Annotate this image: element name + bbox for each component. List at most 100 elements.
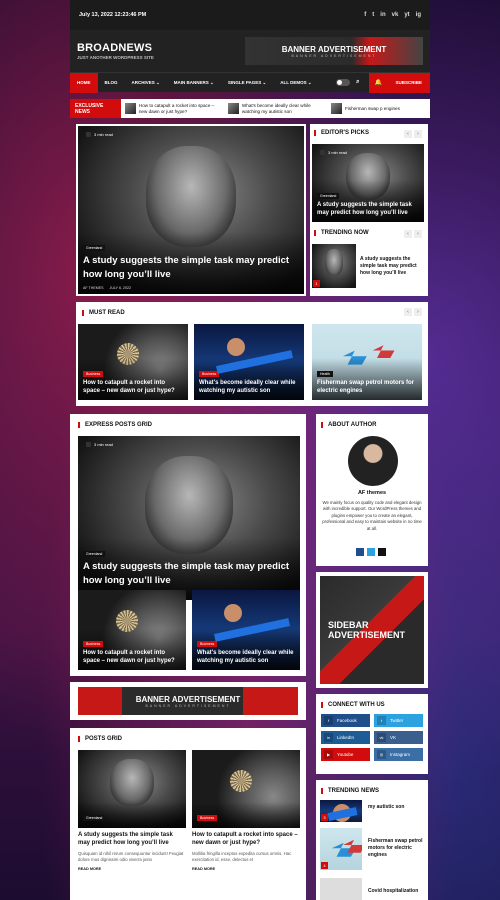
editors-pick-image[interactable]: 3 min read Greenland A study suggests th… xyxy=(312,144,424,222)
post-grid-image[interactable]: Business xyxy=(192,750,300,828)
editors-picks-card: EDITOR'S PICKS ‹ › 3 min read Greenland A… xyxy=(310,124,428,296)
must-read-item[interactable]: Business What's become ideally clear whil… xyxy=(194,324,304,400)
facebook-button[interactable]: f Facebook xyxy=(321,714,370,727)
prev-arrow-icon[interactable]: ‹ xyxy=(404,308,412,316)
nav-blog[interactable]: BLOG xyxy=(98,73,125,93)
category-tag[interactable]: Greenland xyxy=(83,244,106,251)
instagram-icon[interactable]: ig xyxy=(416,12,421,18)
must-read-item[interactable]: Health Fisherman swap petrol motors for e… xyxy=(312,324,422,400)
site-title[interactable]: BROADNEWS xyxy=(77,42,154,54)
category-tag[interactable]: Business xyxy=(199,371,220,378)
trending-title[interactable]: A study suggests the simple task may pre… xyxy=(360,256,424,276)
post-excerpt: Quisquam id nihil rerum consequuntur inc… xyxy=(78,850,184,862)
banner-title: BANNER ADVERTISEMENT xyxy=(135,694,241,704)
post-grid-item: How to catapult a rocket into space – ne… xyxy=(192,832,300,871)
vk-icon: vk xyxy=(377,733,386,742)
dark-mode-toggle[interactable] xyxy=(336,79,351,86)
section-title: MUST READ xyxy=(82,310,428,316)
nav-home[interactable]: HOME xyxy=(70,72,98,93)
author-social xyxy=(356,548,386,556)
instagram-button[interactable]: ◎ Instagram xyxy=(374,748,423,761)
tiktok-icon[interactable] xyxy=(378,548,386,556)
main-feature-image[interactable]: 3 min read Greenland A study suggests th… xyxy=(78,126,304,294)
read-time: 3 min read xyxy=(320,150,347,155)
linkedin-button[interactable]: in LinkedIn xyxy=(321,731,370,744)
category-tag[interactable]: Health xyxy=(317,371,334,378)
express-item[interactable]: Business How to catapult a rocket into sp… xyxy=(78,590,186,670)
nav-archives[interactable]: ARCHIVES ⌄ xyxy=(125,73,167,93)
twitter-button[interactable]: t Twitter xyxy=(374,714,423,727)
express-item[interactable]: Business What's become ideally clear whil… xyxy=(192,590,300,670)
ticker-item[interactable]: How to catapult a rocket into space – ne… xyxy=(121,103,224,114)
subscribe-button[interactable]: SUBSCRIBE xyxy=(387,72,430,93)
category-tag[interactable]: Business xyxy=(83,641,104,648)
section-title: ABOUT AUTHOR xyxy=(321,422,428,428)
next-arrow-icon[interactable]: › xyxy=(414,308,422,316)
post-grid-image[interactable]: Greenland xyxy=(78,750,186,828)
author-name[interactable]: AF THEMES xyxy=(83,286,104,290)
main-feature-overlay: Greenland A study suggests the simple ta… xyxy=(78,231,304,294)
next-arrow-icon[interactable]: › xyxy=(414,130,422,138)
express-feature-image[interactable]: 3 min read Greenland A study suggests th… xyxy=(78,436,300,600)
ticker-item[interactable]: What's become ideally clear while watchi… xyxy=(224,103,327,114)
read-more-link[interactable]: READ MORE xyxy=(78,867,186,871)
twitter-icon[interactable] xyxy=(367,548,375,556)
sidebar-ad-line1: SIDEBAR xyxy=(328,620,369,630)
trending-thumb[interactable]: 4 xyxy=(320,828,362,870)
category-tag[interactable]: Business xyxy=(197,815,218,821)
nav-single-pages[interactable]: SINGLE PAGES ⌄ xyxy=(221,73,273,93)
author-bio: We mainly focus on quality code and eleg… xyxy=(322,500,422,531)
twitter-icon[interactable]: t xyxy=(372,12,374,18)
search-icon[interactable]: ⌕ xyxy=(356,79,359,86)
post-meta: AF THEMES JULY 6, 2022 xyxy=(83,286,299,290)
category-tag[interactable]: Business xyxy=(197,641,218,648)
ticker-item[interactable]: Fisherman swap p engines xyxy=(327,103,430,114)
main-feature-title[interactable]: A study suggests the simple task may pre… xyxy=(83,254,299,283)
linkedin-icon: in xyxy=(324,733,333,742)
sidebar-ad[interactable]: SIDEBAR ADVERTISEMENT xyxy=(316,572,428,688)
mid-banner-ad[interactable]: BANNER ADVERTISEMENT BANNER ADVERTISEMEN… xyxy=(78,687,298,715)
banner-title: BANNER ADVERTISEMENT xyxy=(281,44,387,54)
trending-thumb[interactable]: 3 xyxy=(320,800,362,822)
prev-arrow-icon[interactable]: ‹ xyxy=(404,230,412,238)
header-banner-ad[interactable]: BANNER ADVERTISEMENT BANNER ADVERTISEMEN… xyxy=(245,37,423,65)
bell-icon[interactable]: 🔔 xyxy=(369,72,388,93)
express-feature-title[interactable]: A study suggests the simple task may pre… xyxy=(83,560,295,589)
read-more-link[interactable]: READ MORE xyxy=(192,867,300,871)
read-time: 3 min read xyxy=(86,442,113,447)
trending-thumb[interactable]: 1 xyxy=(312,244,356,288)
category-tag[interactable]: Greenland xyxy=(83,550,106,557)
trending-number: 1 xyxy=(313,280,320,287)
youtube-icon[interactable]: yt xyxy=(404,12,409,18)
nav-main-banners[interactable]: MAIN BANNERS ⌄ xyxy=(167,73,221,93)
vk-icon[interactable]: vk xyxy=(392,12,399,18)
connect-widget: CONNECT WITH US f Facebook t Twitter in Lin… xyxy=(316,694,428,774)
vk-button[interactable]: vk VK xyxy=(374,731,423,744)
post-title[interactable]: A study suggests the simple task may pre… xyxy=(78,832,186,848)
category-tag[interactable]: Greenland xyxy=(317,193,340,200)
section-title: TRENDING NEWS xyxy=(321,788,428,794)
next-arrow-icon[interactable]: › xyxy=(414,230,422,238)
post-grid-item: A study suggests the simple task may pre… xyxy=(78,832,186,871)
trending-title[interactable]: Fisherman swap petrol motors for electri… xyxy=(368,838,424,858)
prev-arrow-icon[interactable]: ‹ xyxy=(404,130,412,138)
youtube-button[interactable]: ▶ Youtube xyxy=(321,748,370,761)
sidebar-ad-line2: ADVERTISEMENT xyxy=(328,630,406,640)
trending-title[interactable]: my autistic son xyxy=(368,804,404,811)
facebook-icon[interactable] xyxy=(356,548,364,556)
must-read-item[interactable]: Business How to catapult a rocket into sp… xyxy=(78,324,188,400)
site-branding[interactable]: BROADNEWS JUST ANOTHER WORDPRESS SITE xyxy=(77,42,154,60)
category-tag[interactable]: Business xyxy=(83,371,104,378)
linkedin-icon[interactable]: in xyxy=(380,12,385,18)
section-title: POSTS GRID xyxy=(78,736,306,742)
nav-all-demos[interactable]: ALL DEMOS ⌄ xyxy=(273,73,318,93)
facebook-icon[interactable]: f xyxy=(364,12,366,18)
category-tag[interactable]: Greenland xyxy=(83,815,106,821)
clock-icon xyxy=(86,132,91,137)
trending-title[interactable]: Covid hospitalization xyxy=(368,888,424,895)
post-title[interactable]: How to catapult a rocket into space – ne… xyxy=(192,832,300,848)
trending-thumb[interactable] xyxy=(320,878,362,900)
section-title: CONNECT WITH US xyxy=(321,702,385,708)
editors-pick-title[interactable]: A study suggests the simple task may pre… xyxy=(317,202,419,218)
section-title: EXPRESS POSTS GRID xyxy=(78,422,306,428)
